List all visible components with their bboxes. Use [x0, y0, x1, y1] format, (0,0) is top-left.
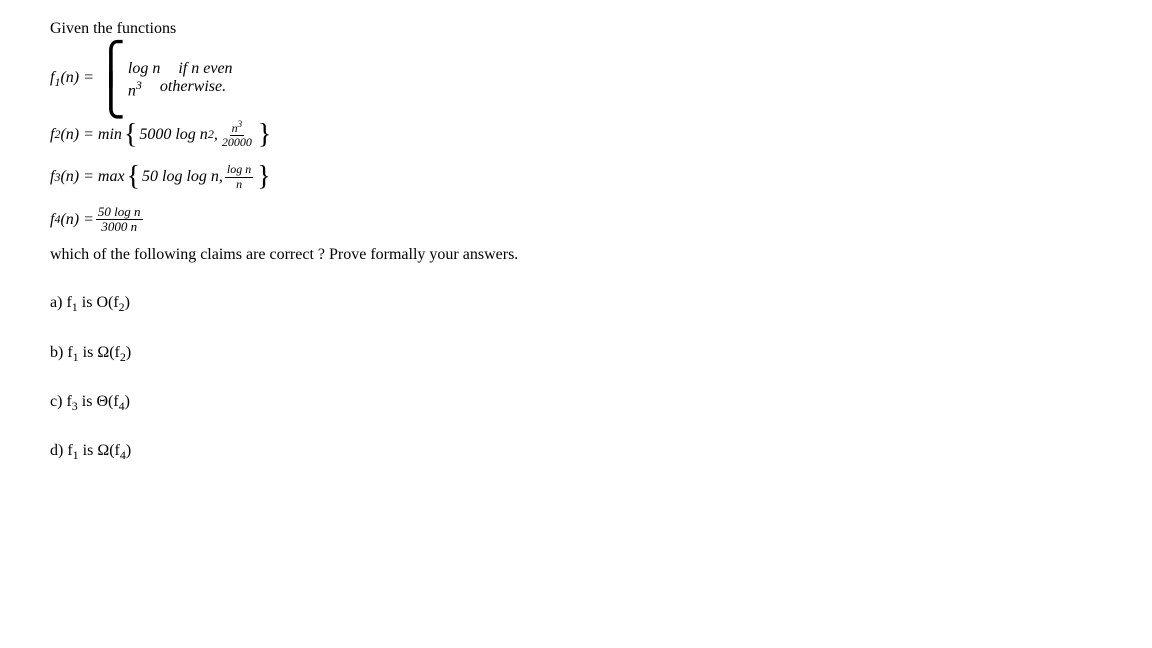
- option-c-mid: is Θ(f: [78, 393, 119, 410]
- f3-definition: f3(n) = max { 50 log log n , log n n }: [50, 163, 1102, 190]
- f1-case1-cond: if n even: [178, 60, 232, 78]
- option-b-label: b): [50, 344, 67, 361]
- close-brace-icon: }: [258, 122, 271, 147]
- f1-case2-exp: 3: [136, 78, 142, 92]
- open-brace-icon: {: [127, 164, 140, 189]
- f3-frac-num: log n: [225, 163, 253, 177]
- question-text: which of the following claims are correc…: [50, 246, 1102, 264]
- option-c-end: ): [125, 393, 130, 410]
- option-b-mid: is Ω(f: [79, 344, 120, 361]
- f2-frac-num-exp: 3: [238, 119, 243, 129]
- option-d: d) f1 is Ω(f4): [50, 442, 1102, 463]
- close-brace-icon: }: [257, 164, 270, 189]
- intro-text: Given the functions: [50, 20, 1102, 38]
- option-d-mid: is Ω(f: [79, 442, 120, 459]
- option-a-mid: is O(f: [78, 294, 119, 311]
- options-list: a) f1 is O(f2) b) f1 is Ω(f2) c) f3 is Θ…: [50, 294, 1102, 463]
- f1-case2-cond: otherwise.: [160, 78, 226, 100]
- f4-frac-den: 3000 n: [99, 220, 139, 234]
- f2-part1a: 5000 log n: [139, 126, 207, 144]
- open-brace-icon: ⎧⎩: [96, 48, 126, 112]
- f3-arg: (n) = max: [60, 168, 124, 186]
- option-a-label: a): [50, 294, 66, 311]
- open-brace-icon: {: [124, 122, 137, 147]
- f4-arg: (n) =: [60, 211, 93, 229]
- f3-fraction: log n n: [225, 163, 253, 190]
- f4-definition: f4(n) = 50 log n 3000 n: [50, 205, 1102, 235]
- option-b-end: ): [126, 344, 131, 361]
- option-b: b) f1 is Ω(f2): [50, 344, 1102, 365]
- f1-definition: f1(n) = ⎧⎩ log n if n even n3 otherwise.: [50, 48, 1102, 112]
- f2-frac-den: 20000: [220, 136, 254, 149]
- option-a: a) f1 is O(f2): [50, 294, 1102, 315]
- f1-case2-base: n: [128, 82, 136, 99]
- f2-arg: (n) = min: [60, 126, 121, 144]
- f2-fraction: n3 20000: [220, 120, 254, 149]
- f3-part1: 50 log log n: [142, 168, 219, 186]
- f2-definition: f2(n) = min { 5000 log n2 , n3 20000 }: [50, 120, 1102, 149]
- f4-frac-num: 50 log n: [96, 205, 143, 220]
- f2-sep: ,: [214, 126, 218, 144]
- f4-fraction: 50 log n 3000 n: [96, 205, 143, 235]
- f1-arg: (n) =: [60, 69, 93, 86]
- f3-sep: ,: [219, 168, 223, 186]
- option-d-end: ): [126, 442, 131, 459]
- option-d-label: d): [50, 442, 67, 459]
- option-c-label: c): [50, 393, 66, 410]
- option-c: c) f3 is Θ(f4): [50, 393, 1102, 414]
- f1-case1-val: log n: [128, 60, 160, 78]
- option-a-end: ): [125, 294, 130, 311]
- f3-frac-den: n: [234, 178, 244, 191]
